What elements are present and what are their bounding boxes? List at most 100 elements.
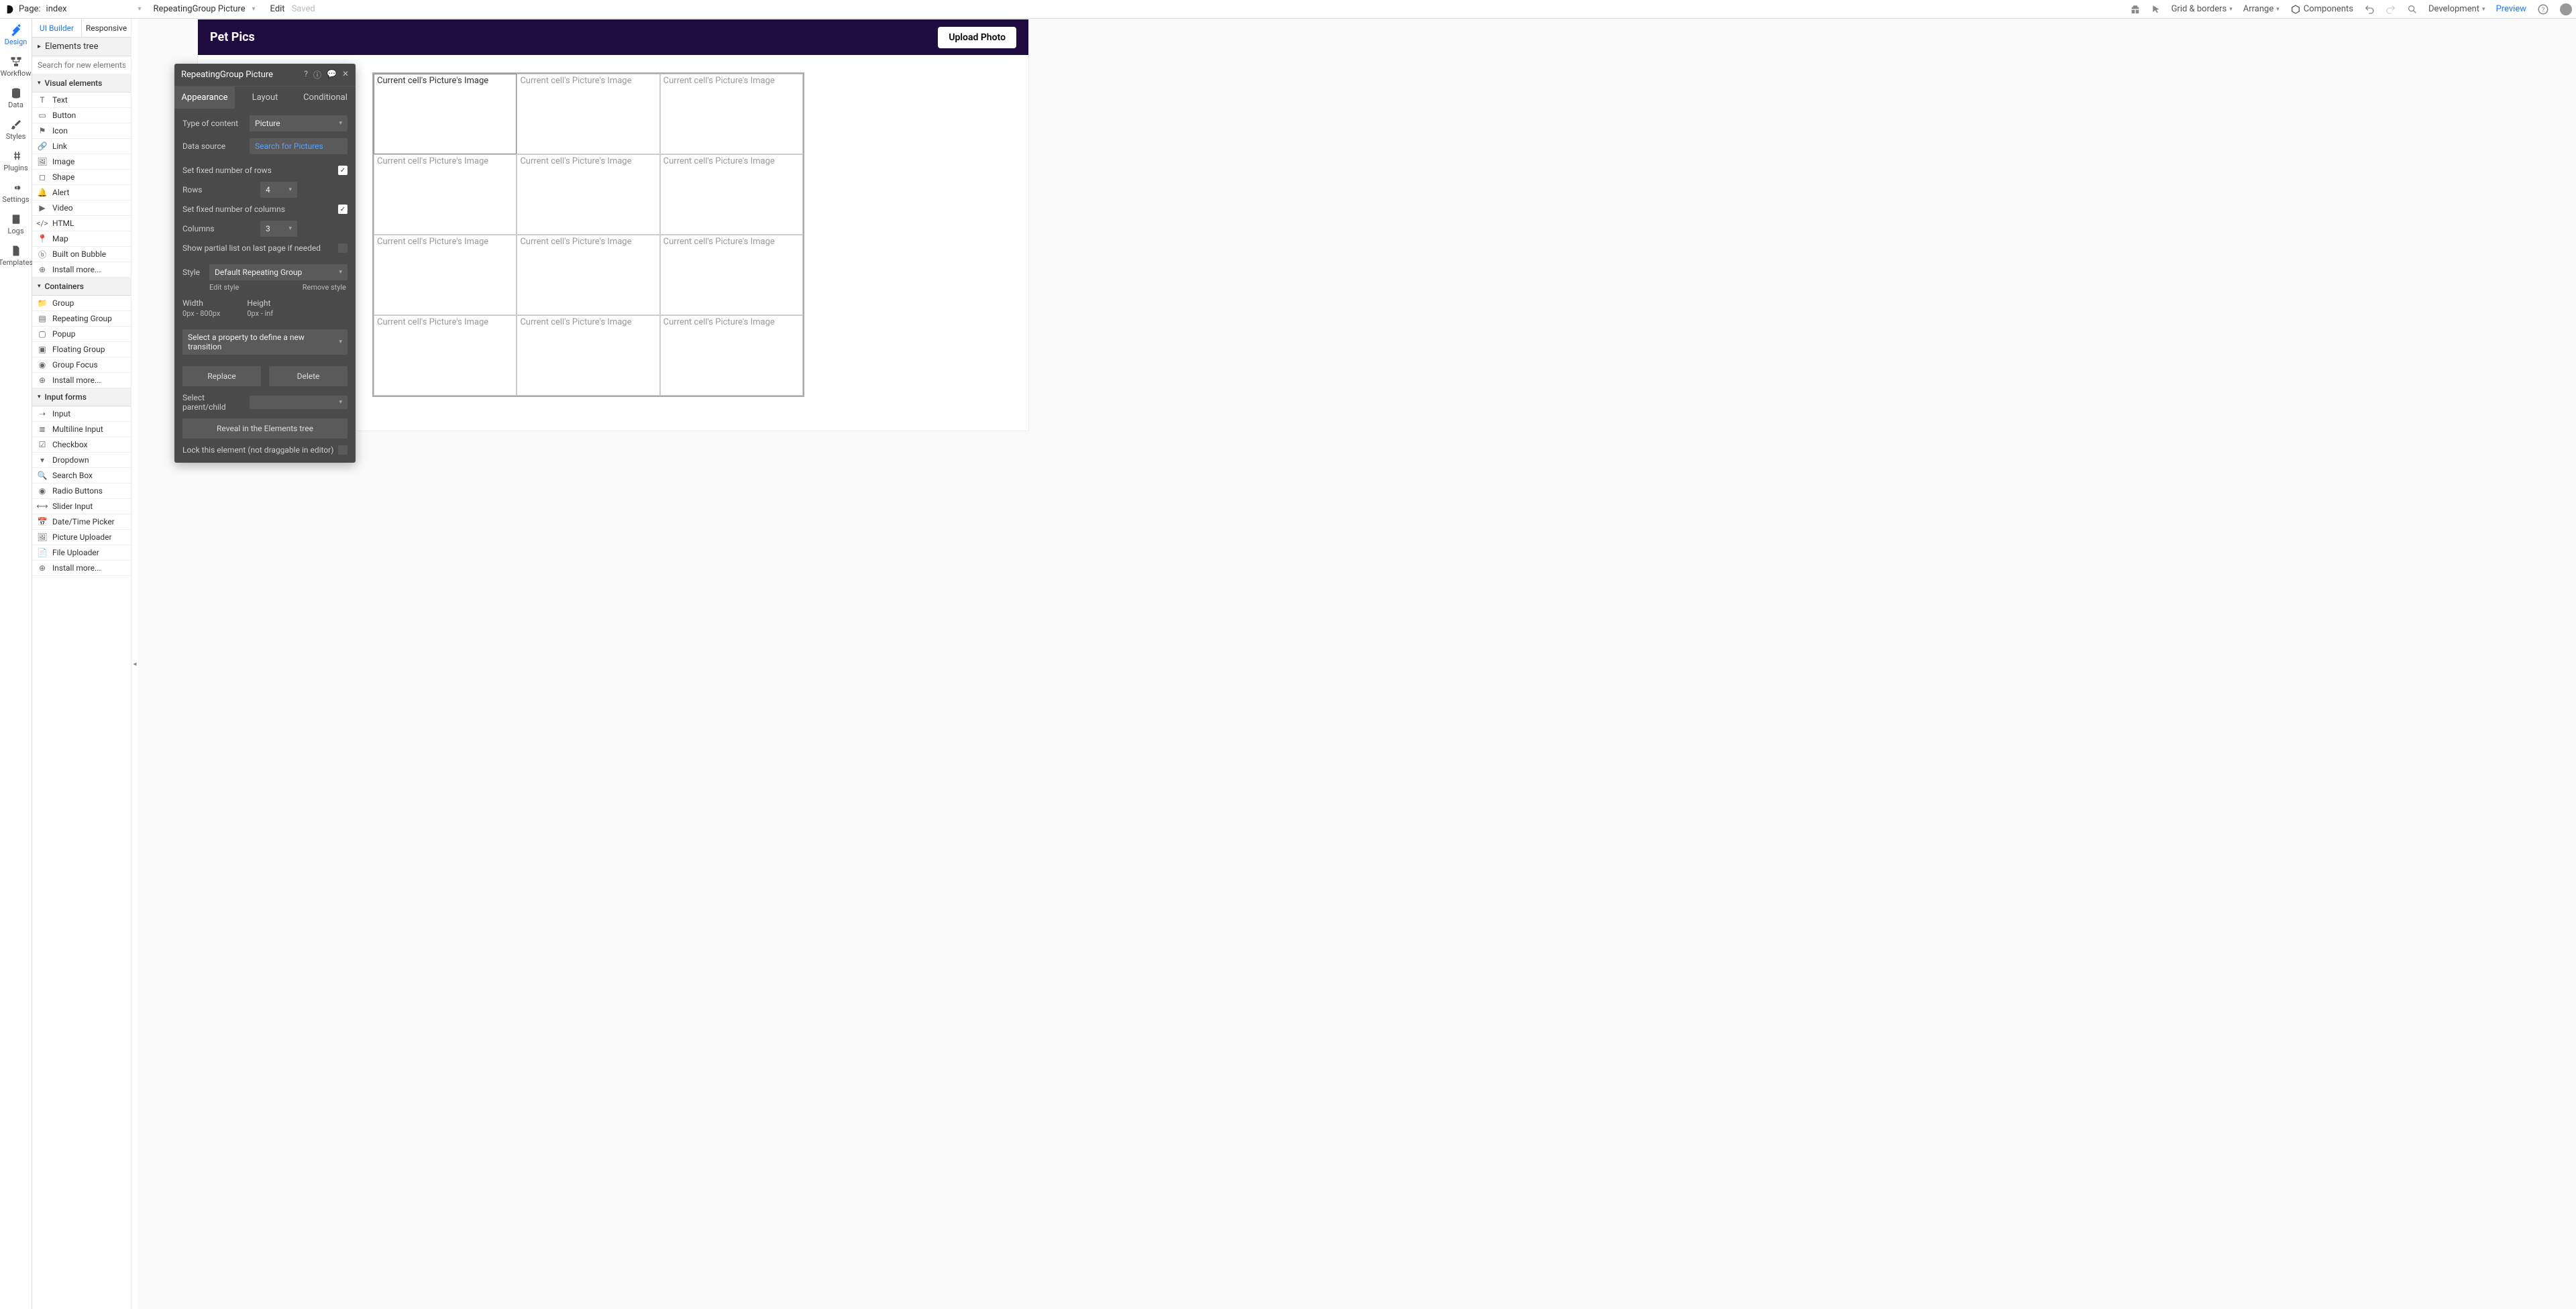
element-picture-uploader[interactable]: 🖼Picture Uploader xyxy=(32,530,131,545)
upload-photo-button[interactable]: Upload Photo xyxy=(938,27,1016,48)
element-radio-buttons[interactable]: ◉Radio Buttons xyxy=(32,483,131,499)
data-source-value[interactable]: Search for Pictures xyxy=(250,138,347,154)
page-selector[interactable]: index ▾ xyxy=(44,3,144,15)
rg-cell[interactable]: Current cell's Picture's Image xyxy=(660,235,803,315)
element-install-more-[interactable]: ⊕Install more... xyxy=(32,262,131,278)
rg-cell[interactable]: Current cell's Picture's Image xyxy=(660,154,803,235)
element-icon[interactable]: ⚑Icon xyxy=(32,123,131,139)
edit-style-link[interactable]: Edit style xyxy=(209,283,239,292)
development-menu[interactable]: Development▾ xyxy=(2428,4,2485,14)
element-checkbox[interactable]: ☑Checkbox xyxy=(32,437,131,453)
arrange-menu[interactable]: Arrange▾ xyxy=(2243,4,2279,14)
rg-cell[interactable]: Current cell's Picture's Image xyxy=(660,315,803,396)
components-menu[interactable]: Components xyxy=(2290,4,2353,15)
rail-workflow[interactable]: Workflow xyxy=(0,50,32,82)
element-html[interactable]: </>HTML xyxy=(32,216,131,231)
gift-icon[interactable] xyxy=(2130,4,2141,15)
tab-responsive[interactable]: Responsive xyxy=(82,19,131,37)
search-elements-input[interactable] xyxy=(32,56,131,74)
search-icon[interactable] xyxy=(2407,4,2418,15)
property-header[interactable]: RepeatingGroup Picture ? ⓘ 💬 ✕ xyxy=(174,64,356,87)
element-file-uploader[interactable]: 📄File Uploader xyxy=(32,545,131,561)
fixed-rows-checkbox[interactable]: ✓ xyxy=(338,166,347,175)
grid-borders-menu[interactable]: Grid & borders▾ xyxy=(2171,4,2233,14)
elements-tree-toggle[interactable]: ▸Elements tree xyxy=(32,38,131,56)
element-popup[interactable]: ▢Popup xyxy=(32,327,131,342)
comment-icon[interactable]: 💬 xyxy=(327,69,337,80)
rg-cell[interactable]: Current cell's Picture's Image xyxy=(517,74,659,154)
rail-plugins[interactable]: Plugins xyxy=(0,145,32,176)
section-visual[interactable]: ▾Visual elements xyxy=(32,74,131,93)
rg-cell[interactable]: Current cell's Picture's Image xyxy=(517,154,659,235)
rg-cell[interactable]: Current cell's Picture's Image xyxy=(374,235,517,315)
rail-data[interactable]: Data xyxy=(0,82,32,113)
style-dropdown[interactable]: Default Repeating Group▾ xyxy=(209,264,347,280)
element-map[interactable]: 📍Map xyxy=(32,231,131,247)
rail-settings[interactable]: Settings xyxy=(0,176,32,208)
collapse-handle[interactable]: ◂ xyxy=(131,19,138,1309)
repeating-group[interactable]: Current cell's Picture's ImageCurrent ce… xyxy=(372,72,804,397)
element-slider-input[interactable]: ⟷Slider Input xyxy=(32,499,131,514)
element-video[interactable]: ▶Video xyxy=(32,201,131,216)
rg-cell[interactable]: Current cell's Picture's Image xyxy=(517,315,659,396)
element-text[interactable]: TText xyxy=(32,93,131,108)
parent-dropdown[interactable]: ▾ xyxy=(250,396,347,409)
type-content-dropdown[interactable]: Picture▾ xyxy=(250,115,347,131)
rail-design[interactable]: Design xyxy=(0,19,32,50)
rail-styles[interactable]: Styles xyxy=(0,113,32,145)
close-icon[interactable]: ✕ xyxy=(342,69,349,80)
element-repeating-group[interactable]: ▤Repeating Group xyxy=(32,311,131,327)
rg-cell[interactable]: Current cell's Picture's Image xyxy=(374,315,517,396)
element-image[interactable]: 🖼Image xyxy=(32,154,131,170)
element-multiline-input[interactable]: ≣Multiline Input xyxy=(32,422,131,437)
fixed-cols-checkbox[interactable]: ✓ xyxy=(338,205,347,214)
lock-checkbox[interactable] xyxy=(338,445,347,455)
rg-cell[interactable]: Current cell's Picture's Image xyxy=(517,235,659,315)
ptab-conditional[interactable]: Conditional xyxy=(295,87,356,109)
rg-cell[interactable]: Current cell's Picture's Image xyxy=(374,74,517,154)
transition-dropdown[interactable]: Select a property to define a new transi… xyxy=(182,329,347,355)
section-input-forms[interactable]: ▾Input forms xyxy=(32,388,131,406)
element-input[interactable]: ➝Input xyxy=(32,406,131,422)
delete-button[interactable]: Delete xyxy=(269,366,347,386)
rail-templates[interactable]: Templates xyxy=(0,239,32,271)
rg-cell[interactable]: Current cell's Picture's Image xyxy=(374,154,517,235)
cols-input[interactable]: 3▾ xyxy=(260,221,297,237)
partial-checkbox[interactable] xyxy=(338,243,347,253)
cursor-icon[interactable] xyxy=(2151,5,2161,14)
reveal-button[interactable]: Reveal in the Elements tree xyxy=(182,418,347,439)
rg-cell[interactable]: Current cell's Picture's Image xyxy=(660,74,803,154)
element-install-more-[interactable]: ⊕Install more... xyxy=(32,561,131,576)
help-icon[interactable]: ? xyxy=(304,69,308,80)
element-shape[interactable]: ◻Shape xyxy=(32,170,131,185)
ptab-layout[interactable]: Layout xyxy=(235,87,295,109)
remove-style-link[interactable]: Remove style xyxy=(303,283,346,292)
element-install-more-[interactable]: ⊕Install more... xyxy=(32,373,131,388)
preview-link[interactable]: Preview xyxy=(2496,4,2526,14)
element-group-focus[interactable]: ◉Group Focus xyxy=(32,357,131,373)
rail-logs[interactable]: Logs xyxy=(0,208,32,239)
element-search-box[interactable]: 🔍Search Box xyxy=(32,468,131,483)
avatar[interactable] xyxy=(2560,3,2572,15)
element-date-time-picker[interactable]: 📅Date/Time Picker xyxy=(32,514,131,530)
help-icon[interactable] xyxy=(2537,3,2549,15)
replace-button[interactable]: Replace xyxy=(182,366,261,386)
element-button[interactable]: ▭Button xyxy=(32,108,131,123)
redo-icon[interactable] xyxy=(2385,4,2396,15)
property-panel[interactable]: RepeatingGroup Picture ? ⓘ 💬 ✕ Appearanc… xyxy=(174,64,356,463)
element-group[interactable]: 📁Group xyxy=(32,296,131,311)
element-built-on-bubble[interactable]: ⓑBuilt on Bubble xyxy=(32,247,131,262)
edit-link[interactable]: Edit xyxy=(270,4,285,14)
section-containers[interactable]: ▾Containers xyxy=(32,278,131,296)
element-floating-group[interactable]: ▣Floating Group xyxy=(32,342,131,357)
element-link[interactable]: 🔗Link xyxy=(32,139,131,154)
canvas[interactable]: Pet Pics Upload Photo Current cell's Pic… xyxy=(138,19,2576,1309)
info-icon[interactable]: ⓘ xyxy=(313,69,321,80)
rows-input[interactable]: 4▾ xyxy=(260,182,297,198)
element-selector[interactable]: RepeatingGroup Picture ▾ xyxy=(151,3,258,15)
tab-ui-builder[interactable]: UI Builder xyxy=(32,19,82,37)
element-alert[interactable]: 🔔Alert xyxy=(32,185,131,201)
element-dropdown[interactable]: ▾Dropdown xyxy=(32,453,131,468)
ptab-appearance[interactable]: Appearance xyxy=(174,87,235,109)
undo-icon[interactable] xyxy=(2364,4,2375,15)
